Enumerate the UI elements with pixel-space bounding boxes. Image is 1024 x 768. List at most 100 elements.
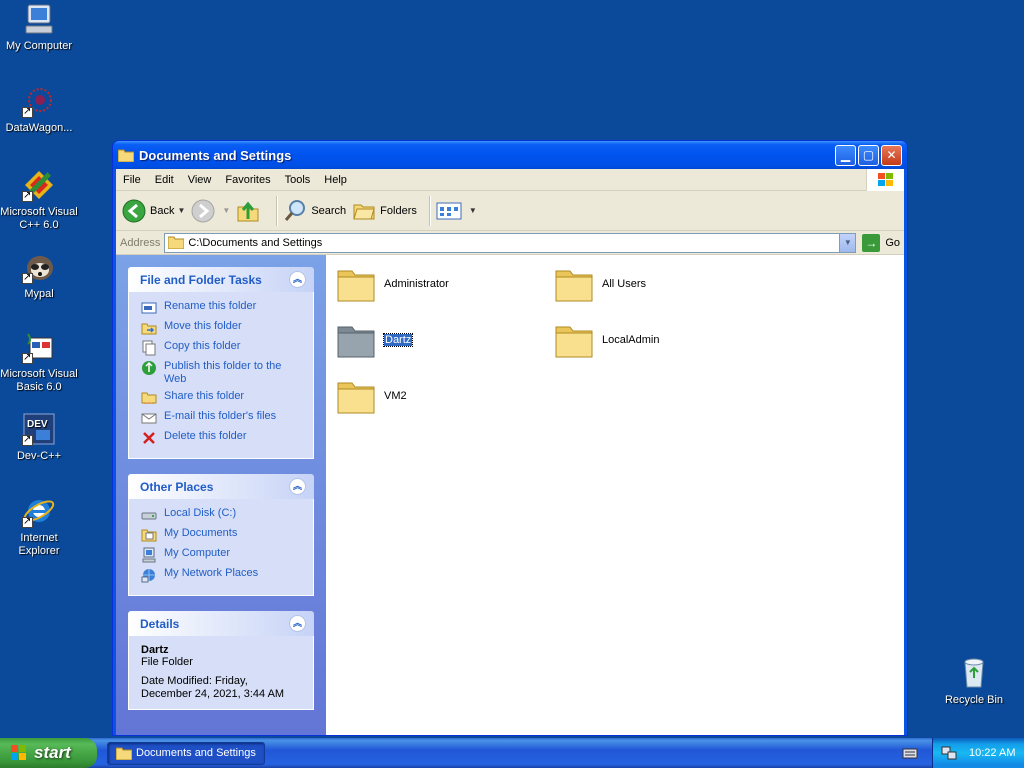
menu-view[interactable]: View: [181, 174, 219, 186]
start-button[interactable]: start: [0, 738, 97, 768]
folder-label: VM2: [384, 390, 407, 402]
task-email-files[interactable]: E-mail this folder's files: [141, 410, 303, 426]
clock[interactable]: 10:22 AM: [969, 747, 1015, 759]
details-item-name: Dartz: [141, 644, 169, 656]
keyboard-icon[interactable]: [902, 746, 918, 763]
panel-header[interactable]: File and Folder Tasks ︽: [128, 267, 314, 292]
email-icon: [141, 413, 157, 424]
file-folder-tasks-panel: File and Folder Tasks ︽ Rename this fold…: [128, 267, 314, 459]
forward-button[interactable]: ▼: [191, 199, 230, 223]
desktop-icon-datawagon[interactable]: DataWagon...: [0, 84, 79, 135]
back-dropdown-icon[interactable]: ▼: [177, 206, 185, 215]
file-list: Administrator All Users Dartz LocalAdmin…: [326, 255, 904, 735]
ie-icon: [22, 494, 56, 528]
folder-item-vm2[interactable]: VM2: [336, 377, 407, 415]
forward-dropdown-icon[interactable]: ▼: [222, 206, 230, 215]
menu-help[interactable]: Help: [317, 174, 354, 186]
desktop-icon-label: Microsoft Visual C++ 6.0: [0, 206, 78, 231]
computer-icon: [22, 2, 56, 36]
move-icon: [141, 323, 157, 335]
desktop-icon-recycle-bin[interactable]: Recycle Bin: [934, 656, 1014, 707]
start-label: start: [34, 743, 71, 762]
folders-button[interactable]: Folders: [352, 200, 417, 222]
folder-icon: [337, 270, 375, 302]
panel-header[interactable]: Other Places ︽: [128, 474, 314, 499]
minimize-button[interactable]: ▁: [835, 144, 856, 166]
visual-cpp-icon: [22, 168, 56, 202]
folder-icon: [555, 270, 593, 302]
task-move-folder[interactable]: Move this folder: [141, 320, 303, 336]
desktop-icon-label: My Computer: [5, 40, 73, 52]
task-publish-folder[interactable]: Publish this folder to the Web: [141, 360, 303, 386]
task-share-folder[interactable]: Share this folder: [141, 390, 303, 406]
desktop-icon-visual-cpp[interactable]: Microsoft Visual C++ 6.0: [0, 168, 79, 232]
taskbar-item-documents-and-settings[interactable]: Documents and Settings: [107, 741, 265, 765]
minimize-icon: ▁: [840, 148, 851, 162]
go-arrow-icon: →: [862, 233, 881, 252]
recycle-bin-icon: [957, 656, 991, 690]
toolbar: Back ▼ ▼ Search Folders ▼: [116, 191, 904, 231]
up-folder-button[interactable]: [236, 199, 264, 223]
svg-text:DEV: DEV: [27, 419, 48, 430]
up-folder-icon: [237, 201, 259, 221]
menu-file[interactable]: File: [116, 174, 148, 186]
address-input[interactable]: C:\Documents and Settings ▼: [164, 232, 857, 253]
publish-web-icon: [142, 361, 156, 375]
menu-edit[interactable]: Edit: [148, 174, 181, 186]
desktop-icon-dev-cpp[interactable]: DEV Dev-C++: [0, 412, 79, 463]
folder-icon: [118, 149, 134, 162]
folders-label: Folders: [380, 204, 417, 217]
views-button[interactable]: ▼: [436, 201, 477, 221]
task-copy-folder[interactable]: Copy this folder: [141, 340, 303, 356]
place-my-network-places[interactable]: My Network Places: [141, 567, 303, 583]
desktop-icon-label: Internet Explorer: [18, 532, 60, 557]
close-icon: ✕: [886, 148, 897, 162]
task-delete-folder[interactable]: Delete this folder: [141, 430, 303, 446]
desktop-icon-visual-basic[interactable]: Microsoft Visual Basic 6.0: [0, 330, 79, 394]
go-button[interactable]: → Go: [862, 233, 900, 252]
back-arrow-icon: [122, 199, 146, 222]
desktop-icon-my-computer[interactable]: My Computer: [0, 2, 79, 53]
folder-item-administrator[interactable]: Administrator: [336, 265, 449, 303]
folder-item-localadmin[interactable]: LocalAdmin: [554, 321, 659, 359]
details-item-type: File Folder: [141, 656, 193, 668]
network-status-icon[interactable]: [941, 745, 957, 761]
place-my-computer[interactable]: My Computer: [141, 547, 303, 563]
folder-item-all-users[interactable]: All Users: [554, 265, 646, 303]
search-icon: [285, 199, 306, 221]
panel-title: Details: [140, 616, 180, 631]
panel-header[interactable]: Details ︽: [128, 611, 314, 636]
place-my-documents[interactable]: My Documents: [141, 527, 303, 543]
close-button[interactable]: ✕: [881, 144, 902, 166]
folder-item-dartz[interactable]: Dartz: [336, 321, 414, 359]
back-label: Back: [150, 204, 175, 217]
back-button[interactable]: Back ▼: [122, 199, 185, 223]
local-disk-icon: [141, 512, 157, 520]
title-bar[interactable]: Documents and Settings ▁ ▢ ✕: [113, 141, 907, 169]
task-pane: File and Folder Tasks ︽ Rename this fold…: [116, 255, 326, 735]
collapse-icon[interactable]: ︽: [289, 478, 306, 495]
explorer-window: Documents and Settings ▁ ▢ ✕ File Edit V…: [112, 140, 908, 736]
desktop-icon-label: Microsoft Visual Basic 6.0: [0, 368, 78, 393]
go-label: Go: [885, 236, 900, 249]
share-folder-icon: [141, 392, 157, 404]
place-local-disk[interactable]: Local Disk (C:): [141, 507, 303, 523]
folder-icon: [116, 747, 132, 760]
maximize-button[interactable]: ▢: [858, 144, 879, 166]
folder-icon: [168, 236, 185, 249]
collapse-icon[interactable]: ︽: [289, 615, 306, 632]
desktop-icon-mypal[interactable]: Mypal: [0, 250, 79, 301]
menu-tools[interactable]: Tools: [278, 174, 318, 186]
folder-label: All Users: [602, 278, 647, 290]
rename-icon: [141, 302, 157, 314]
windows-logo-icon: [866, 169, 904, 191]
menu-favorites[interactable]: Favorites: [218, 174, 277, 186]
address-dropdown-icon[interactable]: ▼: [839, 233, 856, 252]
desktop-icon-internet-explorer[interactable]: Internet Explorer: [0, 494, 79, 558]
datawagon-icon: [22, 84, 56, 118]
address-label: Address: [120, 236, 161, 249]
collapse-icon[interactable]: ︽: [289, 271, 306, 288]
task-rename-folder[interactable]: Rename this folder: [141, 300, 303, 316]
search-button[interactable]: Search: [283, 199, 346, 223]
details-panel: Details ︽ Dartz File Folder Date Modifie…: [128, 611, 314, 710]
